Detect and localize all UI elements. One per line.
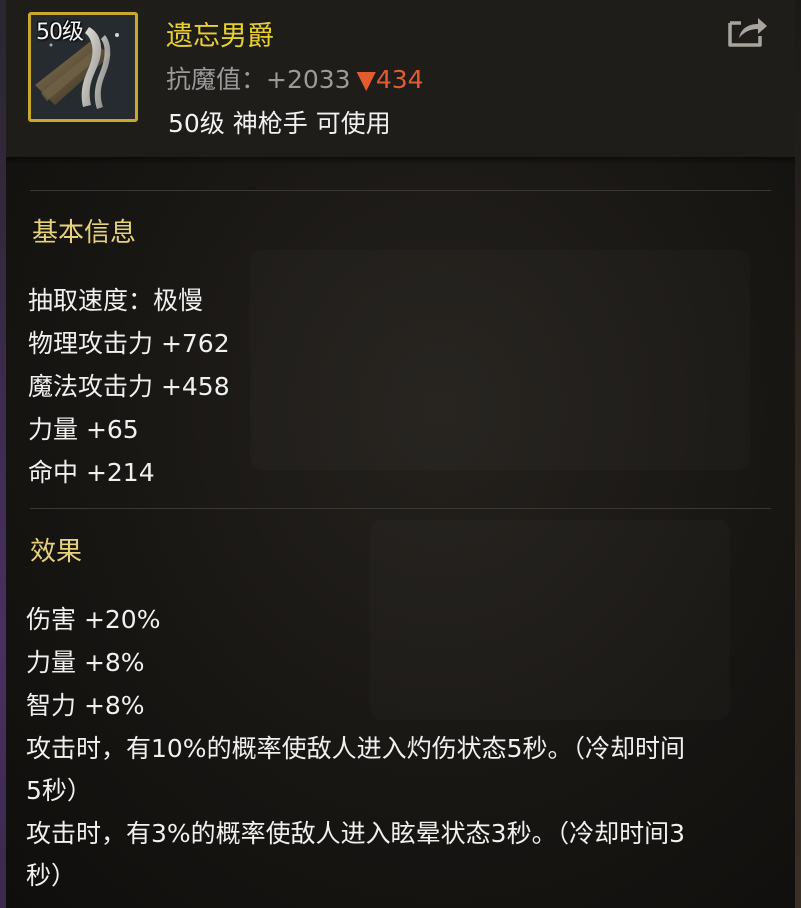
basic-info-title: 基本信息 xyxy=(32,218,137,248)
header-shadow xyxy=(6,157,795,165)
stat-strength: 力量 +65 xyxy=(28,415,139,444)
item-tooltip-panel: 50级 遗忘男爵 抗魔值：+2033 ▼434 50级 神枪手 可使用 基本信息 … xyxy=(0,0,801,908)
background-shape xyxy=(250,250,750,470)
share-button[interactable] xyxy=(727,14,769,48)
effect-intelligence: 智力 +8% xyxy=(26,691,145,720)
item-requirement: 50级 神枪手 可使用 xyxy=(168,109,391,138)
section-divider xyxy=(30,508,771,509)
effect-stun-cooldown: 秒） xyxy=(26,861,77,890)
section-divider xyxy=(30,190,771,191)
effect-strength: 力量 +8% xyxy=(26,648,145,677)
effect-stun-chance: 攻击时，有3%的概率使敌人进入眩晕状态3秒。（冷却时间3 xyxy=(26,819,685,848)
right-edge-accent xyxy=(795,0,801,908)
share-icon xyxy=(728,18,767,47)
effect-burn-cooldown: 5秒） xyxy=(26,776,92,805)
effect-burn-chance: 攻击时，有10%的概率使敌人进入灼伤状态5秒。（冷却时间 xyxy=(26,734,685,763)
stat-hit-rate: 命中 +214 xyxy=(28,458,155,487)
stat-draw-speed: 抽取速度：极慢 xyxy=(28,286,204,315)
magic-resist-decrease: ▼434 xyxy=(356,65,424,94)
stat-magic-attack: 魔法攻击力 +458 xyxy=(28,372,230,401)
effect-damage: 伤害 +20% xyxy=(26,605,161,634)
magic-resist-label: 抗魔值： xyxy=(166,65,267,94)
effects-title: 效果 xyxy=(30,537,83,567)
background-shape xyxy=(370,520,730,720)
stat-physical-attack: 物理攻击力 +762 xyxy=(28,329,230,358)
magic-resist-row: 抗魔值：+2033 ▼434 xyxy=(166,60,424,96)
magic-resist-value: +2033 xyxy=(266,65,351,94)
item-name: 遗忘男爵 xyxy=(166,21,274,52)
item-level-badge: 50级 xyxy=(36,20,84,45)
